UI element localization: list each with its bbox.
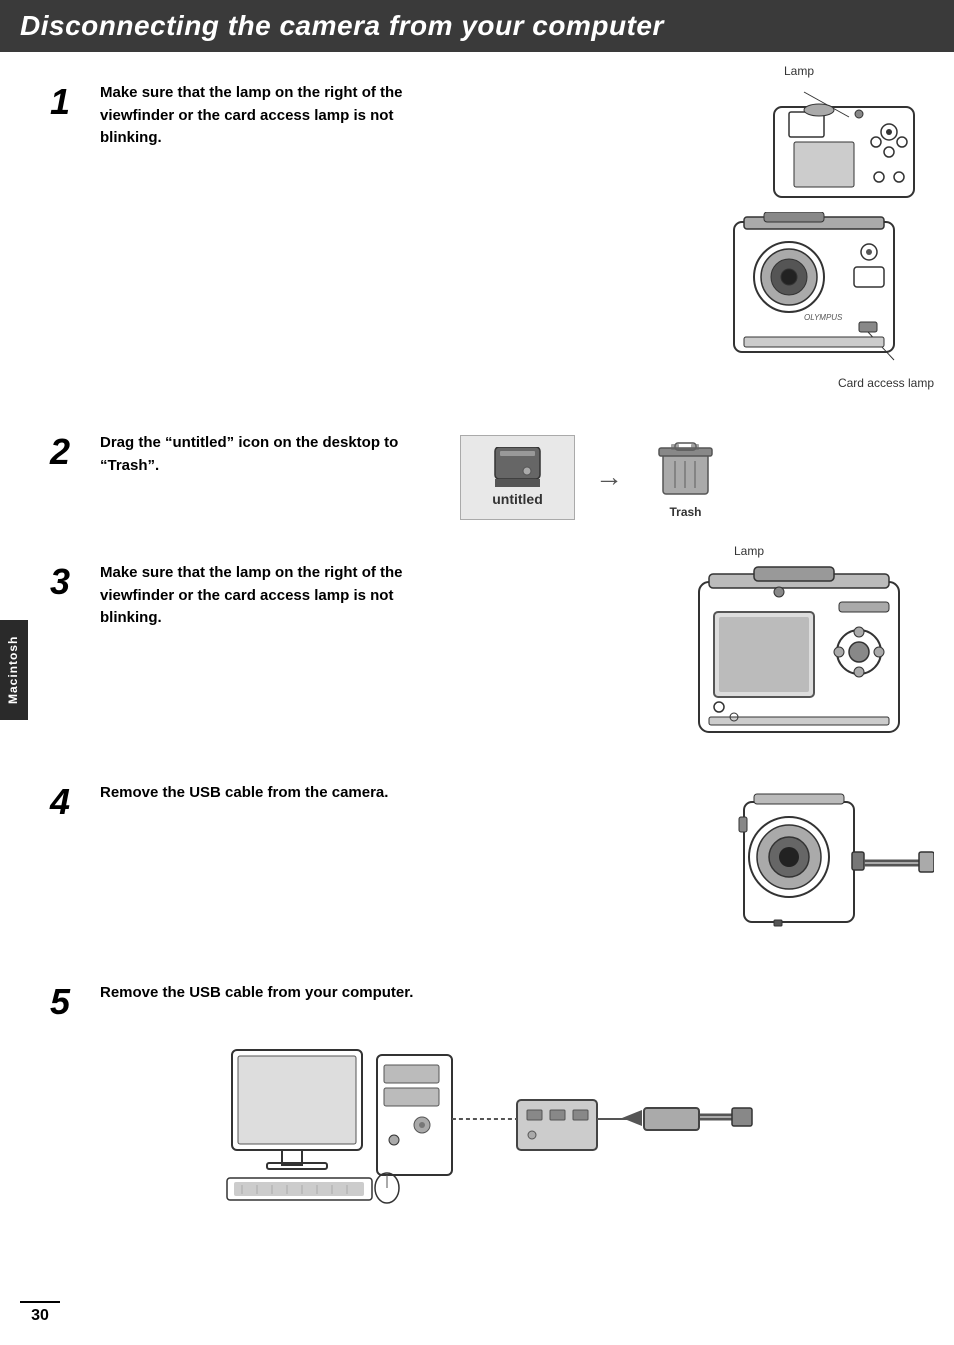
- usb-camera-svg: [734, 782, 934, 942]
- step-2-row: 2 Drag the “untitled” icon on the deskto…: [50, 432, 934, 522]
- camera-back-diagram: OLYMPUS Card access lamp: [704, 212, 934, 392]
- step-4-left: 4 Remove the USB cable from the camera.: [50, 782, 694, 820]
- step-4-text: Remove the USB cable from the camera.: [100, 782, 440, 805]
- trash-icon-box: Trash: [643, 432, 728, 522]
- step-5-number: 5: [50, 984, 100, 1020]
- step-1-left: 1 Make sure that the lamp on the right o…: [50, 82, 684, 150]
- trash-label: Trash: [669, 505, 701, 519]
- camera-back-step3: Lamp: [684, 562, 934, 742]
- step-1-number: 1: [50, 84, 100, 120]
- svg-text:OLYMPUS: OLYMPUS: [804, 313, 843, 322]
- disk-svg: [490, 447, 545, 489]
- step-5-text: Remove the USB cable from your computer.: [100, 982, 440, 1005]
- step-5-image: [50, 1040, 934, 1210]
- step-2-number: 2: [50, 434, 100, 470]
- step-1-images: Lamp: [704, 82, 934, 392]
- step-4-image: [734, 782, 934, 942]
- step-3-image: Lamp: [684, 562, 934, 742]
- step-4-number: 4: [50, 784, 100, 820]
- step-1-row: 1 Make sure that the lamp on the right o…: [50, 82, 934, 392]
- step-3-row: 3 Make sure that the lamp on the right o…: [50, 562, 934, 742]
- step-3-text: Make sure that the lamp on the right of …: [100, 562, 440, 630]
- camera-back-step3-svg: [684, 562, 934, 742]
- page-header: Disconnecting the camera from your compu…: [0, 0, 954, 52]
- step-5-row: 5 Remove the USB cable from your compute…: [50, 982, 934, 1020]
- step-2-text: Drag the “untitled” icon on the desktop …: [100, 432, 440, 477]
- step-2-drag-illustration: untitled →: [460, 432, 728, 522]
- page-number: 30: [20, 1301, 60, 1325]
- untitled-label: untitled: [492, 491, 543, 507]
- camera-front-svg: [704, 82, 934, 212]
- step-1-text: Make sure that the lamp on the right of …: [100, 82, 440, 150]
- camera-back-svg: OLYMPUS: [704, 212, 934, 392]
- step-3-left: 3 Make sure that the lamp on the right o…: [50, 562, 644, 630]
- step-3-number: 3: [50, 564, 100, 600]
- main-content: 1 Make sure that the lamp on the right o…: [0, 82, 954, 1290]
- step-5-left: 5 Remove the USB cable from your compute…: [50, 982, 934, 1020]
- section-tab: Macintosh: [0, 620, 28, 720]
- trash-svg: [653, 436, 718, 501]
- lamp-label-3: Lamp: [734, 544, 764, 558]
- drag-arrow: →: [595, 461, 623, 493]
- step-4-row: 4 Remove the USB cable from the camera.: [50, 782, 934, 942]
- untitled-icon-box: untitled: [460, 435, 575, 520]
- lamp-label-1: Lamp: [784, 64, 814, 78]
- card-access-label: Card access lamp: [838, 376, 934, 390]
- page-title: Disconnecting the camera from your compu…: [20, 10, 934, 42]
- computer-usb-svg: [222, 1040, 762, 1210]
- camera-top-diagram: Lamp: [704, 82, 934, 212]
